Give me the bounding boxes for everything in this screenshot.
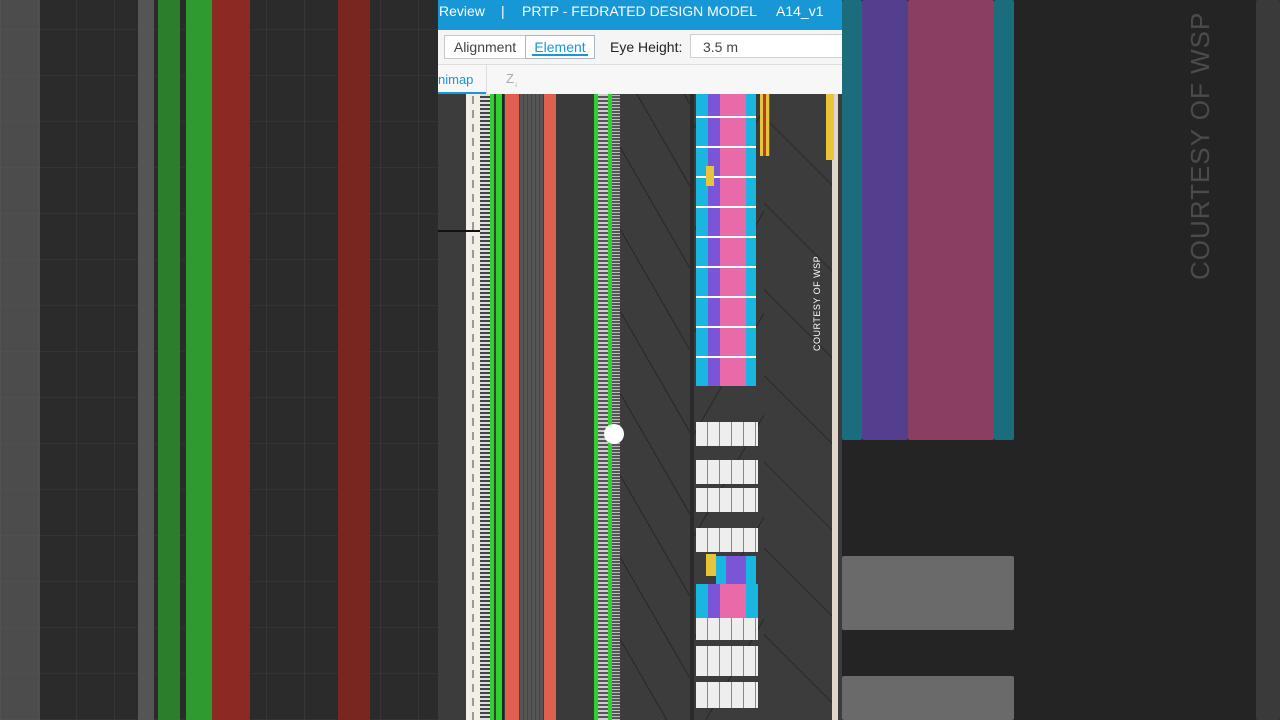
- eye-height-label: Eye Height:: [610, 39, 683, 55]
- right-background-block: [842, 556, 1014, 630]
- rail-track: [612, 94, 620, 720]
- container-stack-white: [696, 528, 758, 552]
- container-stack-white: [696, 460, 758, 484]
- alignment-button[interactable]: Alignment: [444, 35, 526, 59]
- right-background-block: [842, 0, 862, 440]
- watermark-small: COURTESY OF WSP: [812, 255, 822, 351]
- left-background-stripe: [186, 0, 212, 720]
- right-background-block: [908, 0, 994, 440]
- rail-track: [480, 94, 490, 720]
- left-background-stripe: [338, 0, 370, 720]
- rail-track: [598, 94, 608, 720]
- tab-divider: [486, 65, 487, 94]
- container-yellow: [706, 554, 716, 576]
- model-version[interactable]: A14_v1: [776, 0, 823, 22]
- project-name[interactable]: PRTP - FEDRATED DESIGN MODEL: [522, 0, 757, 22]
- right-background-block: [842, 676, 1014, 720]
- container-stack-white: [696, 646, 758, 676]
- left-background-stripe: [212, 0, 250, 720]
- element-button[interactable]: Element: [525, 35, 595, 59]
- green-rail: [490, 94, 494, 720]
- model-viewport[interactable]: COURTESY OF WSP: [438, 94, 842, 720]
- left-background-stripe: [138, 0, 154, 720]
- title-bar: Review | PRTP - FEDRATED DESIGN MODEL A1…: [438, 0, 842, 30]
- app-frame: Review | PRTP - FEDRATED DESIGN MODEL A1…: [438, 0, 842, 720]
- boundary-edge-line: [438, 230, 486, 232]
- red-rail-lane: [505, 94, 519, 720]
- left-background-stripe: [158, 0, 180, 720]
- watermark-large: COURTESY OF WSP: [1180, 12, 1220, 280]
- view-toolbar: Alignment Element Eye Height: 3.5 m: [438, 30, 842, 65]
- right-background-block: [1256, 0, 1280, 720]
- panel-tabs: nimap Z↓: [438, 65, 842, 95]
- crane-structure: [760, 94, 770, 156]
- left-background-stripe: [0, 0, 40, 720]
- left-background: [0, 0, 438, 720]
- scroll-handle-icon[interactable]: [604, 424, 624, 444]
- container-stack-white: [696, 682, 758, 708]
- container-stack-colored: [696, 584, 758, 618]
- rail-divider: [502, 94, 504, 720]
- track-bed: [519, 94, 543, 720]
- review-link[interactable]: Review: [439, 0, 485, 22]
- right-background-block: [994, 0, 1014, 440]
- container-stack-white: [696, 488, 758, 512]
- eye-height-input[interactable]: 3.5 m: [690, 34, 842, 58]
- apron-area: [764, 94, 832, 720]
- right-background-block: [862, 0, 908, 440]
- container-stack-colored: [716, 556, 756, 586]
- title-separator: |: [501, 3, 505, 19]
- container-yellow: [706, 166, 714, 186]
- container-stack-white: [696, 422, 758, 446]
- tab-minimap[interactable]: nimap: [438, 65, 486, 94]
- container-gaps: [696, 94, 756, 386]
- z-sort-icon[interactable]: Z↓: [494, 68, 530, 90]
- yard-area: [620, 94, 690, 720]
- z-sort-icon-glyph: Z: [506, 71, 514, 86]
- red-rail-lane: [544, 94, 556, 720]
- boundary-dashes: [472, 94, 474, 720]
- container-stack-white: [696, 618, 758, 640]
- service-road: [556, 94, 595, 720]
- crane-structure: [826, 94, 834, 160]
- wharf-edge: [832, 94, 838, 720]
